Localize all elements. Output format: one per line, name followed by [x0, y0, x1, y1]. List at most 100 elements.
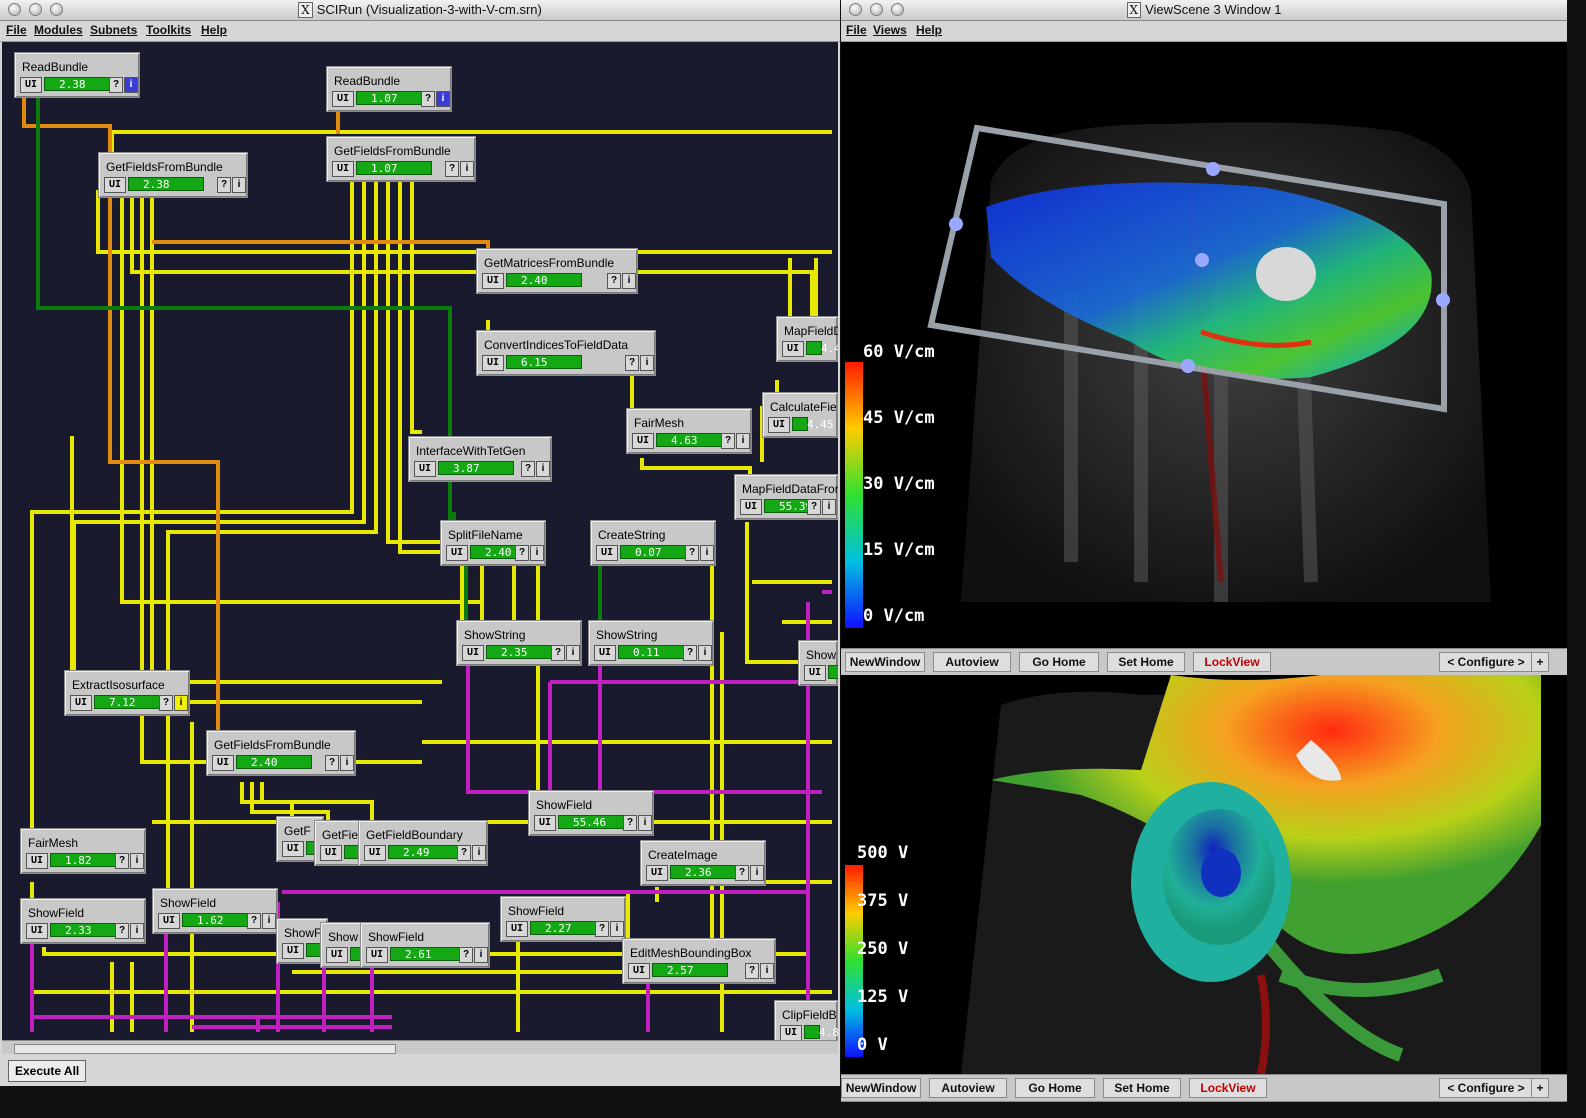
module-ui-button[interactable]: UI [646, 865, 668, 881]
viewer-bottom[interactable]: 500 V 375 V 250 V 125 V 0 V [841, 675, 1567, 1074]
module-ui-button[interactable]: UI [26, 853, 48, 869]
module-getfieldsfrombundle[interactable]: GetFieldsFromBundleUI2.40?i [206, 730, 356, 776]
module-showfield[interactable]: ShowFieldUI2.33?i [20, 898, 146, 944]
autoview-button[interactable]: Autoview [929, 1078, 1007, 1098]
module-ui-button[interactable]: UI [768, 417, 790, 433]
module-ui-button[interactable]: UI [446, 545, 468, 561]
module-ui-button[interactable]: UI [366, 947, 388, 963]
menu-file[interactable]: File [6, 23, 27, 37]
module-ui-button[interactable]: UI [462, 645, 484, 661]
module-ui-button[interactable]: UI [212, 755, 234, 771]
module-ui-button[interactable]: UI [158, 913, 180, 929]
module-ui-button[interactable]: UI [594, 645, 616, 661]
scroll-thumb[interactable] [14, 1044, 396, 1054]
module-info-button[interactable]: i [436, 91, 450, 107]
module-interfacewithtetgen[interactable]: InterfaceWithTetGenUI3.87?i [408, 436, 552, 482]
module-ui-button[interactable]: UI [628, 963, 650, 979]
module-ui-button[interactable]: UI [482, 273, 504, 289]
module-info-button[interactable]: i [700, 545, 714, 561]
module-help-button[interactable]: ? [109, 77, 123, 93]
module-info-button[interactable]: i [640, 355, 654, 371]
menu-modules[interactable]: Modules [34, 23, 83, 37]
module-info-button[interactable]: i [622, 273, 636, 289]
module-info-button[interactable]: i [566, 645, 580, 661]
pipe[interactable] [110, 192, 218, 742]
viewscene-titlebar[interactable]: XViewScene 3 Window 1 [841, 0, 1567, 21]
module-mapfielddatafrom[interactable]: MapFieldDataFromUI55.39?i [734, 474, 838, 520]
module-help-button[interactable]: ? [551, 645, 565, 661]
module-fairmesh[interactable]: FairMeshUI4.63?i [626, 408, 752, 454]
module-info-button[interactable]: i [638, 815, 652, 831]
menu-views[interactable]: Views [873, 23, 907, 37]
module-getfieldsfrombundle[interactable]: GetFieldsFromBundleUI2.38?i [98, 152, 248, 198]
module-ui-button[interactable]: UI [70, 695, 92, 711]
module-info-button[interactable]: i [536, 461, 550, 477]
module-readbundle[interactable]: ReadBundleUI2.38?i [14, 52, 140, 98]
module-ui-button[interactable]: UI [26, 923, 48, 939]
module-readbundle[interactable]: ReadBundleUI1.07?i [326, 66, 452, 112]
module-help-button[interactable]: ? [445, 161, 459, 177]
module-ui-button[interactable]: UI [414, 461, 436, 477]
module-info-button[interactable]: i [750, 865, 764, 881]
module-info-button[interactable]: i [760, 963, 774, 979]
module-ui-button[interactable]: UI [596, 545, 618, 561]
module-help-button[interactable]: ? [595, 921, 609, 937]
module-ui-button[interactable]: UI [632, 433, 654, 449]
expand-plus-button[interactable]: + [1531, 1078, 1549, 1098]
module-getfieldsfrombundle[interactable]: GetFieldsFromBundleUI1.07?i [326, 136, 476, 182]
menu-help[interactable]: Help [916, 23, 942, 37]
menu-file[interactable]: File [846, 23, 867, 37]
module-help-button[interactable]: ? [745, 963, 759, 979]
module-help-button[interactable]: ? [607, 273, 621, 289]
module-ui-button[interactable]: UI [282, 943, 304, 959]
module-info-button[interactable]: i [340, 755, 354, 771]
module-help-button[interactable]: ? [625, 355, 639, 371]
configure-button[interactable]: < Configure > [1439, 652, 1533, 672]
module-ui-button[interactable]: UI [326, 947, 348, 963]
module-info-button[interactable]: i [474, 947, 488, 963]
expand-plus-button[interactable]: + [1531, 652, 1549, 672]
module-info-button[interactable]: i [698, 645, 712, 661]
module-ui-button[interactable]: UI [740, 499, 762, 515]
lock-view-button[interactable]: LockView [1193, 652, 1271, 672]
module-showfield[interactable]: ShowFieldUI2.27?i [500, 896, 626, 942]
menu-subnets[interactable]: Subnets [90, 23, 137, 37]
module-info-button[interactable]: i [822, 499, 836, 515]
module-ui-button[interactable]: UI [332, 161, 354, 177]
module-getfieldboundary[interactable]: GetFieldBoundaryUI2.49?i [358, 820, 488, 866]
module-help-button[interactable]: ? [685, 545, 699, 561]
module-ui-button[interactable]: UI [780, 1025, 802, 1040]
module-info-button[interactable]: i [530, 545, 544, 561]
set-home-button[interactable]: Set Home [1107, 652, 1185, 672]
module-help-button[interactable]: ? [421, 91, 435, 107]
module-help-button[interactable]: ? [115, 853, 129, 869]
module-extractisosurface[interactable]: ExtractIsosurfaceUI7.12?i [64, 670, 190, 716]
module-ui-button[interactable]: UI [534, 815, 556, 831]
module-info-button[interactable]: i [460, 161, 474, 177]
module-splitfilename[interactable]: SplitFileNameUI2.40?i [440, 520, 546, 566]
module-info-button[interactable]: i [130, 923, 144, 939]
autoview-button[interactable]: Autoview [933, 652, 1011, 672]
module-showfield[interactable]: ShowFieldUI2.61?i [360, 922, 490, 968]
pipe[interactable] [412, 174, 422, 432]
module-createstring[interactable]: CreateStringUI0.07?i [590, 520, 716, 566]
module-show[interactable]: ShowUI5 [798, 640, 838, 686]
execute-all-button[interactable]: Execute All [8, 1060, 86, 1082]
module-help-button[interactable]: ? [325, 755, 339, 771]
module-ui-button[interactable]: UI [804, 665, 826, 681]
module-help-button[interactable]: ? [807, 499, 821, 515]
viewer-top[interactable]: 60 V/cm 45 V/cm 30 V/cm 15 V/cm 0 V/cm [841, 42, 1567, 648]
module-info-button[interactable]: i [736, 433, 750, 449]
pipe[interactable] [168, 174, 376, 892]
module-ui-button[interactable]: UI [282, 841, 304, 857]
new-window-button[interactable]: NewWindow [845, 652, 925, 672]
module-help-button[interactable]: ? [459, 947, 473, 963]
module-ui-button[interactable]: UI [782, 341, 804, 357]
module-clipfieldb[interactable]: ClipFieldBUI4.86 [774, 1000, 838, 1040]
module-showstring[interactable]: ShowStringUI0.11?i [588, 620, 714, 666]
module-getmatricesfrombundle[interactable]: GetMatricesFromBundleUI2.40?i [476, 248, 638, 294]
module-ui-button[interactable]: UI [104, 177, 126, 193]
module-help-button[interactable]: ? [247, 913, 261, 929]
scirun-titlebar[interactable]: XSCIRun (Visualization-3-with-V-cm.srn) [0, 0, 840, 21]
module-createimage[interactable]: CreateImageUI2.36?i [640, 840, 766, 886]
